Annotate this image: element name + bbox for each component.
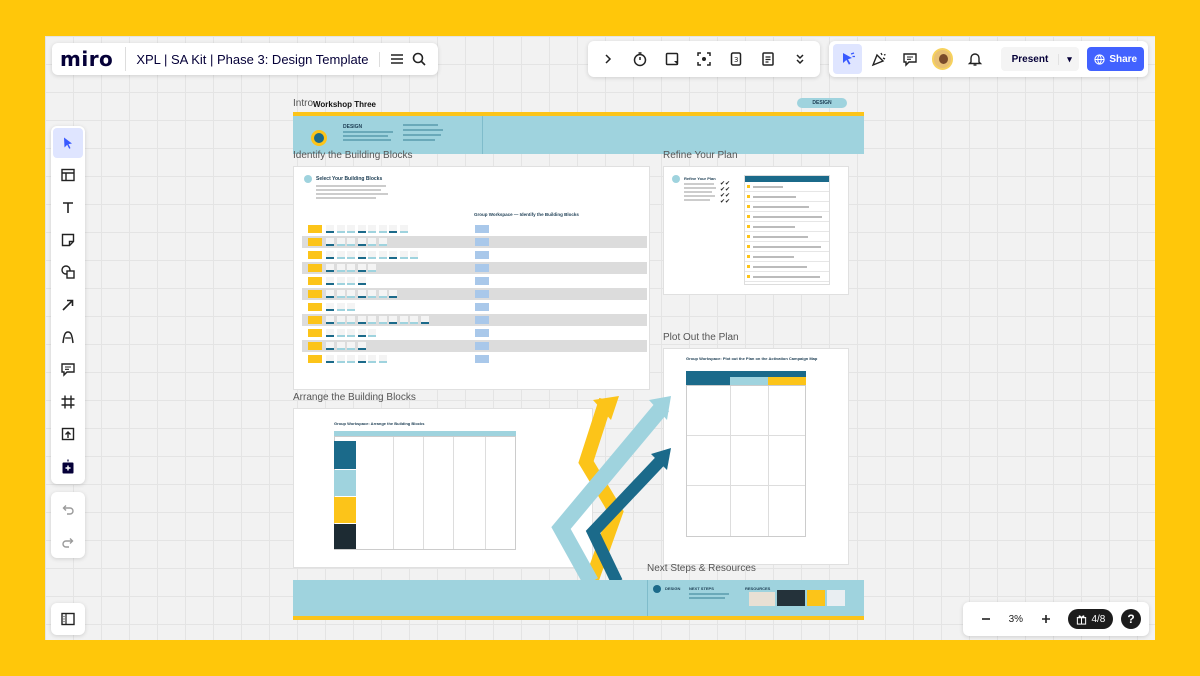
- frame-icon[interactable]: [53, 387, 83, 417]
- redo-icon[interactable]: [53, 527, 83, 557]
- refine-row: [745, 182, 829, 192]
- help-button[interactable]: ?: [1121, 609, 1142, 629]
- cursor-icon[interactable]: [833, 44, 863, 74]
- more-chevrons-icon[interactable]: [785, 44, 815, 74]
- frame-label-intro[interactable]: Intro: [293, 98, 313, 109]
- template-icon[interactable]: [53, 160, 83, 190]
- plus-icon[interactable]: [1031, 604, 1061, 634]
- chevron-down-icon[interactable]: ▾: [1059, 54, 1079, 65]
- pen-icon[interactable]: [53, 322, 83, 352]
- card-icon[interactable]: 3: [721, 44, 751, 74]
- page-indicator: 4/8: [1091, 613, 1106, 625]
- minus-icon[interactable]: [971, 604, 1001, 634]
- sticky-note-icon[interactable]: [53, 225, 83, 255]
- design-badge: DESIGN: [797, 98, 847, 108]
- block-row: [302, 314, 647, 326]
- next-steps-frame[interactable]: DESIGN NEXT STEPS RESOURCES: [293, 580, 864, 616]
- checklist-icon: ✔✔ ✔✔ ✔✔ ✔✔: [720, 181, 731, 205]
- decorative-arrows-graphic: [551, 396, 671, 586]
- focus-icon[interactable]: [689, 44, 719, 74]
- add-apps-icon[interactable]: [53, 452, 83, 482]
- refine-row: [745, 192, 829, 202]
- block-row: [302, 223, 647, 235]
- upload-icon[interactable]: [53, 419, 83, 449]
- comment-icon[interactable]: [895, 44, 924, 74]
- workshop-title: Workshop Three: [313, 100, 376, 109]
- creation-toolbar: [51, 126, 85, 484]
- zoom-level[interactable]: 3%: [1009, 614, 1023, 625]
- identify-frame[interactable]: Select Your Building Blocks Group Worksp…: [293, 166, 650, 390]
- block-row: [302, 301, 647, 313]
- frame-label-refine[interactable]: Refine Your Plan: [663, 150, 738, 161]
- block-row: [302, 340, 647, 352]
- panel-toggle[interactable]: [51, 603, 85, 635]
- bell-icon[interactable]: [960, 44, 989, 74]
- present-label: Present: [1001, 53, 1060, 65]
- miro-board-canvas[interactable]: Intro Workshop Three DESIGN DESIGN Ident…: [45, 36, 1155, 640]
- celebrate-icon[interactable]: [864, 44, 893, 74]
- refine-row: [745, 232, 829, 242]
- panel-icon: [60, 611, 76, 627]
- frame-label-plot[interactable]: Plot Out the Plan: [663, 332, 739, 343]
- refine-row: [745, 252, 829, 262]
- sticky-add-icon[interactable]: [657, 44, 687, 74]
- globe-icon: [1094, 53, 1105, 65]
- frame-label-identify[interactable]: Identify the Building Blocks: [293, 150, 413, 161]
- frame-label-arrange[interactable]: Arrange the Building Blocks: [293, 392, 416, 403]
- session-toolbar: Present ▾ Share: [829, 41, 1148, 77]
- svg-text:3: 3: [734, 56, 738, 64]
- intro-logo-icon: [311, 130, 327, 146]
- history-toolbar: [51, 492, 85, 558]
- refine-row: [745, 222, 829, 232]
- refine-table: [744, 175, 830, 285]
- plot-frame[interactable]: Group Workspace: Plot out the Plan on th…: [663, 348, 849, 565]
- refine-row: [745, 212, 829, 222]
- zoom-controls: 3% 4/8 ?: [963, 602, 1149, 636]
- frame-label-next[interactable]: Next Steps & Resources: [647, 563, 756, 574]
- chevron-right-icon[interactable]: [593, 44, 623, 74]
- intro-frame[interactable]: DESIGN: [293, 116, 864, 154]
- user-avatar[interactable]: [931, 48, 954, 70]
- refine-row: [745, 202, 829, 212]
- miro-logo[interactable]: miro: [60, 47, 127, 71]
- refine-row: [745, 242, 829, 252]
- undo-icon[interactable]: [53, 494, 83, 524]
- arrow-icon[interactable]: [53, 290, 83, 320]
- refine-frame[interactable]: Refine Your Plan ✔✔ ✔✔ ✔✔ ✔✔: [663, 166, 849, 295]
- search-icon[interactable]: [408, 44, 430, 74]
- share-label: Share: [1109, 53, 1138, 65]
- block-row: [302, 275, 647, 287]
- frames-pager[interactable]: 4/8: [1068, 609, 1114, 629]
- block-row: [302, 249, 647, 261]
- comment-tool-icon[interactable]: [53, 355, 83, 385]
- notes-icon[interactable]: [753, 44, 783, 74]
- block-row: [302, 262, 647, 274]
- block-row: [302, 353, 647, 365]
- refine-row: [745, 262, 829, 272]
- collaboration-toolbar: 3: [588, 41, 820, 77]
- menu-icon[interactable]: [386, 44, 408, 74]
- shapes-icon[interactable]: [53, 257, 83, 287]
- share-button[interactable]: Share: [1087, 47, 1144, 71]
- gift-icon: [1076, 614, 1087, 625]
- text-icon[interactable]: [53, 193, 83, 223]
- board-title[interactable]: XPL | SA Kit | Phase 3: Design Template: [126, 51, 380, 67]
- next-bottom-stripe: [293, 616, 864, 620]
- timer-icon[interactable]: [625, 44, 655, 74]
- board-header: miro XPL | SA Kit | Phase 3: Design Temp…: [52, 43, 438, 75]
- refine-row: [745, 272, 829, 282]
- select-icon[interactable]: [53, 128, 83, 158]
- present-button[interactable]: Present ▾: [1001, 47, 1080, 71]
- block-row: [302, 327, 647, 339]
- block-row: [302, 288, 647, 300]
- block-row: [302, 236, 647, 248]
